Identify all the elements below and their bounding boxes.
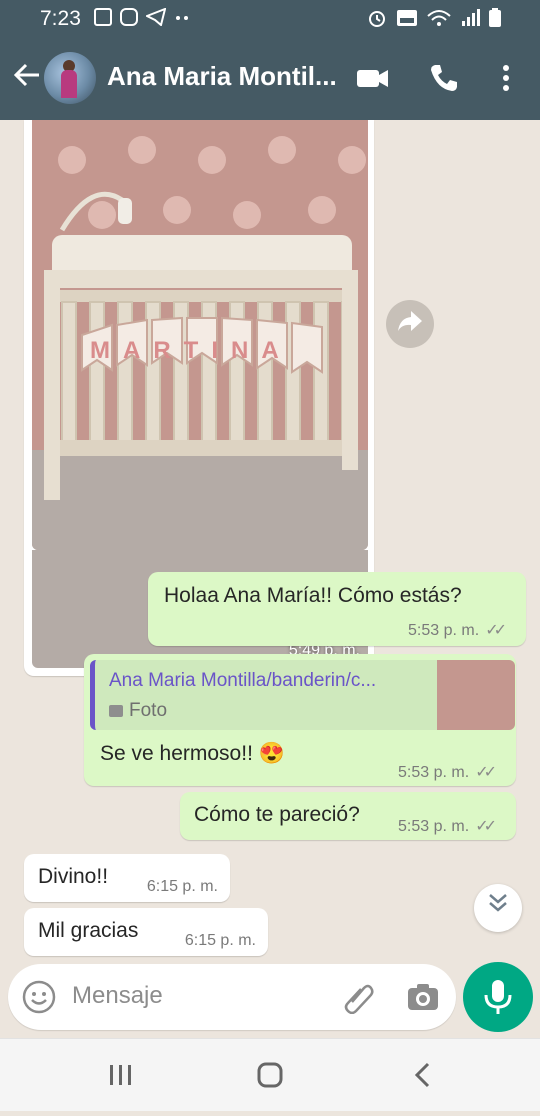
quoted-type-label: Foto [129,700,168,721]
recent-apps-icon[interactable] [110,1065,131,1085]
quoted-thumbnail [437,660,515,730]
incoming-message[interactable]: Divino!! 6:15 p. m. [24,854,230,902]
voice-call-icon[interactable] [428,62,460,94]
contact-avatar[interactable] [44,52,96,104]
camera-icon[interactable] [406,980,440,1014]
message-time: 6:15 p. m. [146,878,218,895]
crib-illustration: MARTINA [32,136,368,550]
back-arrow-icon[interactable] [12,60,42,98]
chat-area[interactable]: MARTINA 5:49 p. m. Holaa Ana María!! Cóm… [0,120,540,966]
wifi-icon [427,10,451,26]
forward-icon [398,311,422,331]
volte-4g-icon [397,10,417,26]
emoji-icon[interactable] [22,980,56,1014]
quoted-author: Ana Maria Montilla/banderin/c... [109,670,377,691]
outgoing-message[interactable]: Cómo te pareció? 5:53 p. m. ✓✓ [180,792,516,840]
more-notifications-icon [176,16,188,20]
scroll-to-bottom-button[interactable] [474,884,522,932]
forward-button[interactable] [386,300,434,348]
status-bar: 7:23 [0,0,540,38]
attach-icon[interactable] [342,980,376,1015]
outgoing-message[interactable]: Holaa Ana María!! Cómo estás? 5:53 p. m.… [148,572,526,646]
quoted-message[interactable]: Ana Maria Montilla/banderin/c... Foto [90,660,515,730]
photo-icon [109,704,123,717]
home-icon[interactable] [257,1062,283,1088]
double-chevron-down-icon [489,894,507,912]
system-icons [366,8,502,28]
read-ticks-icon: ✓✓ [485,622,507,639]
contact-name[interactable]: Ana Maria Montil... [107,61,337,92]
read-ticks-icon: ✓✓ [475,764,497,781]
message-time: 5:53 p. m. [398,764,470,781]
message-text: Divino!! [38,865,109,888]
system-navigation-bar [0,1038,540,1111]
gallery-icon [94,8,112,26]
message-time: 6:15 p. m. [184,932,256,949]
notification-icons [94,8,190,26]
crib-banner-text: MARTINA [90,337,292,364]
battery-icon [489,8,501,27]
voice-message-button[interactable] [463,962,533,1032]
instagram-icon [120,8,138,26]
telegram-icon [146,8,166,26]
message-text: Cómo te pareció? [194,803,360,826]
outgoing-message-reply[interactable]: Ana Maria Montilla/banderin/c... Foto Se… [84,654,516,786]
message-meta: 5:53 p. m. ✓✓ [398,816,497,836]
nav-back-icon[interactable] [414,1062,430,1088]
message-time: 5:53 p. m. [398,818,470,835]
message-meta: 5:53 p. m. ✓✓ [398,762,497,782]
message-text: Holaa Ana María!! Cómo estás? [164,584,462,607]
message-time: 5:53 p. m. [408,622,480,639]
alarm-icon [369,11,385,27]
quoted-type: Foto [109,700,167,722]
chat-header: Ana Maria Montil... [0,38,540,120]
message-text: Se ve hermoso!! 😍 [100,742,285,765]
video-call-icon[interactable] [356,62,388,94]
status-time: 7:23 [40,7,81,30]
avatar-figure [61,70,77,98]
microphone-icon [484,980,512,1014]
message-composer: Mensaje [8,964,456,1030]
incoming-message[interactable]: Mil gracias 6:15 p. m. [24,908,268,956]
message-text: Mil gracias [38,919,139,942]
photo-crib[interactable]: MARTINA [32,120,368,550]
read-ticks-icon: ✓✓ [475,818,497,835]
overflow-menu-icon[interactable] [496,62,516,94]
signal-icon [462,9,480,26]
message-meta: 5:53 p. m. ✓✓ [408,620,507,640]
message-input[interactable]: Mensaje [72,982,163,1010]
